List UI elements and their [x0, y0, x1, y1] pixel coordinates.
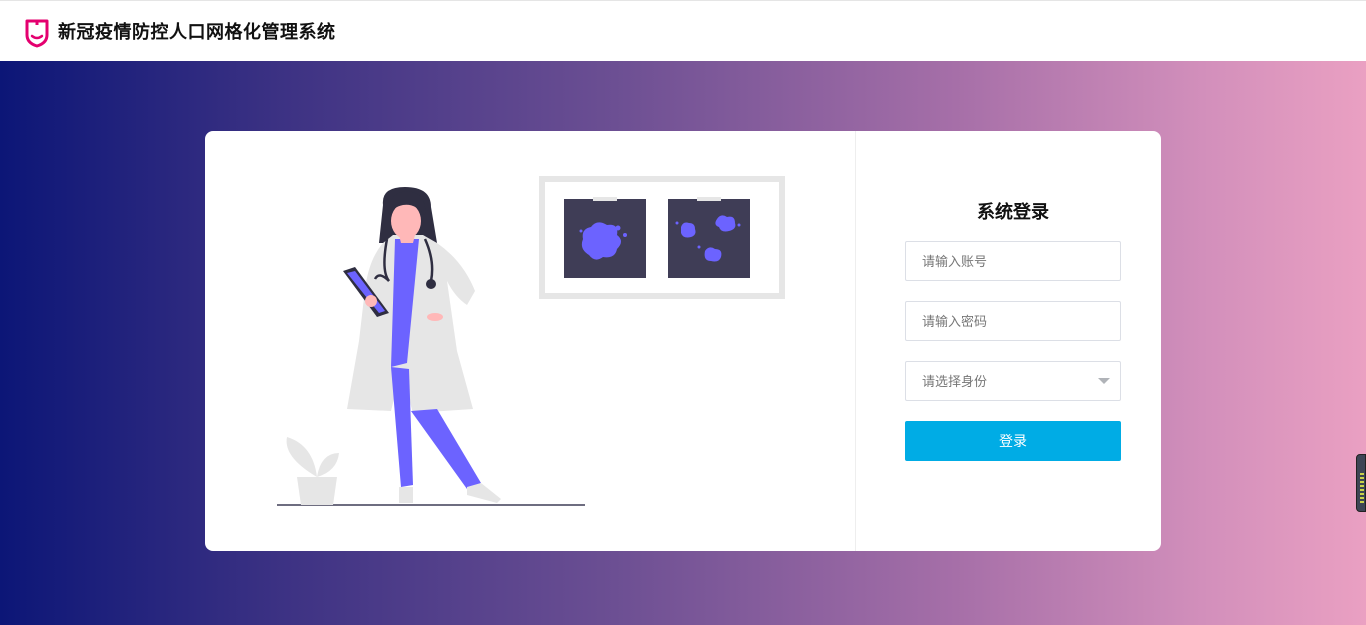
login-page: 新冠疫情防控人口网格化管理系统 系统登录 请输入账号 请选择身份 登录 [0, 0, 1366, 625]
login-button[interactable]: 登录 [905, 421, 1121, 461]
login-title: 系统登录 [977, 202, 1049, 222]
doctor-figure [343, 187, 501, 503]
app-title: 新冠疫情防控人口网格化管理系统 [58, 22, 336, 42]
password-input[interactable] [906, 302, 1120, 340]
login-form: 系统登录 请选择身份 登录 [856, 131, 1161, 551]
role-select-placeholder: 请选择身份 [922, 374, 988, 389]
login-card: 系统登录 请选择身份 登录 [205, 131, 1161, 551]
shield-icon [25, 19, 49, 48]
app-header: 新冠疫情防控人口网格化管理系统 [0, 0, 1366, 61]
account-input[interactable] [906, 242, 1120, 280]
xray-frame-icon [539, 176, 785, 299]
password-field [905, 301, 1121, 341]
side-floating-widget[interactable] [1356, 454, 1366, 512]
chevron-down-icon [1098, 378, 1110, 384]
doctor-illustration [277, 176, 785, 506]
account-field [905, 241, 1121, 281]
plant-icon [286, 437, 339, 505]
signal-bars-icon [1360, 473, 1364, 505]
role-select[interactable]: 请选择身份 [905, 361, 1121, 401]
